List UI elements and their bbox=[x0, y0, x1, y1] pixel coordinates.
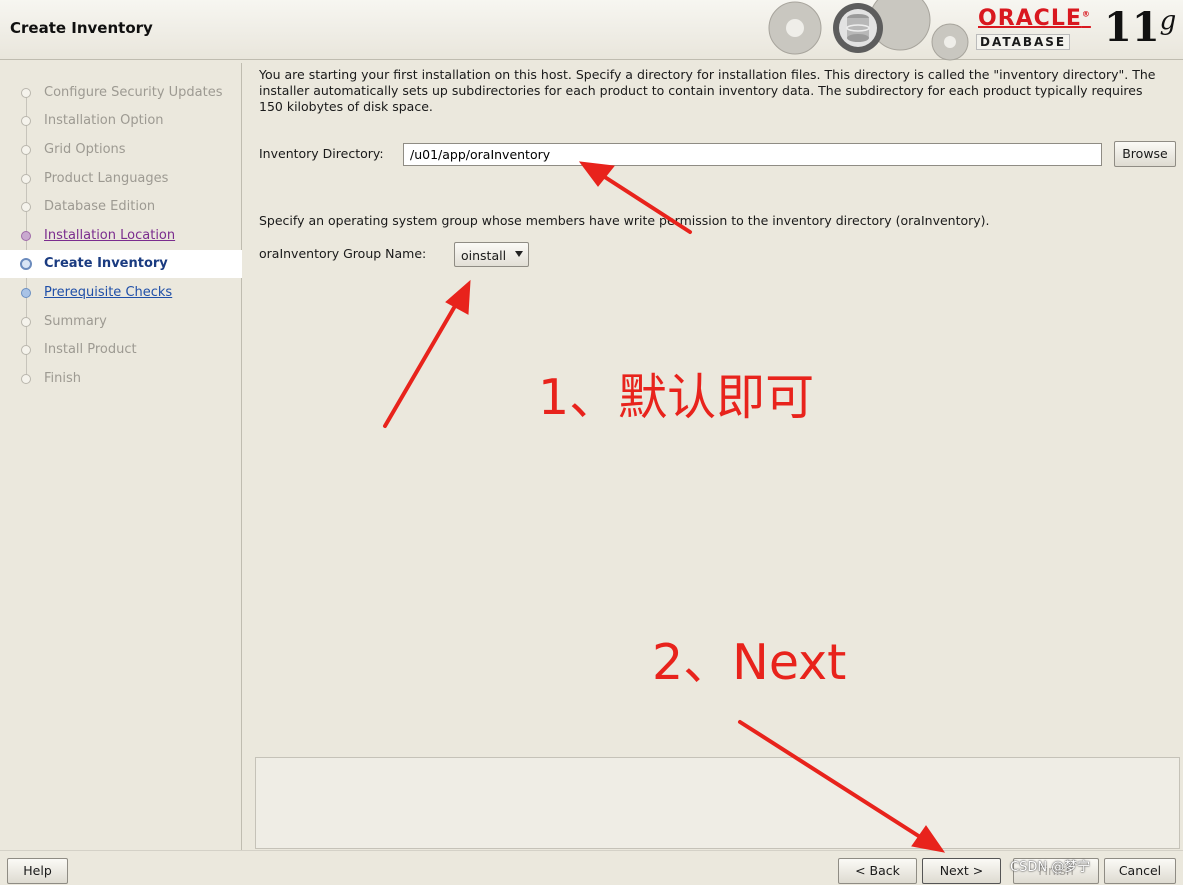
browse-button[interactable]: Browse bbox=[1114, 141, 1176, 167]
inventory-directory-label: Inventory Directory: bbox=[259, 146, 384, 161]
group-name-value: oinstall bbox=[461, 248, 507, 263]
nav-step-label: Installation Option bbox=[44, 113, 164, 128]
nav-step-product-languages: Product Languages bbox=[0, 165, 242, 193]
step-dot-icon bbox=[21, 345, 31, 355]
header-bar: Create Inventory ORACLE® DATABASE 11g bbox=[0, 0, 1183, 61]
intro-text: You are starting your first installation… bbox=[259, 67, 1156, 114]
oracle-logo: ORACLE® DATABASE bbox=[970, 3, 1100, 51]
nav-step-configure-security-updates: Configure Security Updates bbox=[0, 79, 242, 107]
nav-step-installation-option: Installation Option bbox=[0, 107, 242, 135]
current-step-icon bbox=[20, 258, 32, 270]
annotation-default-ok: 1、默认即可 bbox=[538, 369, 815, 426]
nav-step-label: Database Edition bbox=[44, 199, 156, 214]
step-dot-icon bbox=[21, 88, 31, 98]
help-button[interactable]: Help bbox=[7, 858, 68, 884]
database-label: DATABASE bbox=[976, 34, 1071, 50]
nav-step-label[interactable]: Installation Location bbox=[44, 228, 175, 243]
message-area bbox=[255, 757, 1180, 849]
inventory-directory-input[interactable] bbox=[403, 143, 1102, 166]
next-button[interactable]: Next > bbox=[922, 858, 1001, 884]
cancel-button[interactable]: Cancel bbox=[1104, 858, 1176, 884]
nav-step-label: Configure Security Updates bbox=[44, 85, 223, 100]
group-description: Specify an operating system group whose … bbox=[259, 213, 990, 228]
nav-step-database-edition: Database Edition bbox=[0, 193, 242, 221]
step-dot-icon bbox=[21, 288, 31, 298]
step-navigation: Configure Security Updates Installation … bbox=[0, 63, 242, 850]
back-button[interactable]: < Back bbox=[838, 858, 917, 884]
step-dot-icon bbox=[21, 202, 31, 212]
annotation-next: 2、Next bbox=[652, 634, 847, 691]
step-dot-icon bbox=[21, 174, 31, 184]
step-dot-icon bbox=[21, 374, 31, 384]
database-icon bbox=[833, 3, 883, 53]
nav-step-label: Grid Options bbox=[44, 142, 126, 157]
group-name-select[interactable]: oinstall bbox=[454, 242, 529, 267]
oracle-brand: ORACLE® bbox=[978, 6, 1091, 31]
step-dot-icon bbox=[21, 317, 31, 327]
csdn-watermark: CSDN @梦宁 bbox=[1010, 860, 1091, 875]
footer-divider bbox=[0, 850, 1183, 851]
nav-step-installation-location[interactable]: Installation Location bbox=[0, 222, 242, 250]
group-name-label: oraInventory Group Name: bbox=[259, 246, 427, 261]
nav-step-label: Create Inventory bbox=[44, 256, 168, 271]
nav-step-label: Product Languages bbox=[44, 171, 169, 186]
nav-step-create-inventory: Create Inventory bbox=[0, 250, 242, 278]
nav-step-label: Finish bbox=[44, 371, 82, 386]
nav-step-label[interactable]: Prerequisite Checks bbox=[44, 285, 172, 300]
version-badge: 11g bbox=[1104, 4, 1177, 51]
nav-step-label: Install Product bbox=[44, 342, 137, 357]
nav-step-finish: Finish bbox=[0, 365, 242, 393]
content-panel: You are starting your first installation… bbox=[246, 63, 1183, 850]
nav-step-label: Summary bbox=[44, 314, 107, 329]
step-dot-icon bbox=[21, 116, 31, 126]
nav-step-prerequisite-checks[interactable]: Prerequisite Checks bbox=[0, 279, 242, 307]
nav-step-summary: Summary bbox=[0, 308, 242, 336]
dropdown-arrow-icon bbox=[515, 251, 523, 257]
page-title: Create Inventory bbox=[10, 19, 153, 37]
nav-step-install-product: Install Product bbox=[0, 336, 242, 364]
nav-step-grid-options: Grid Options bbox=[0, 136, 242, 164]
step-dot-icon bbox=[21, 231, 31, 241]
step-dot-icon bbox=[21, 145, 31, 155]
